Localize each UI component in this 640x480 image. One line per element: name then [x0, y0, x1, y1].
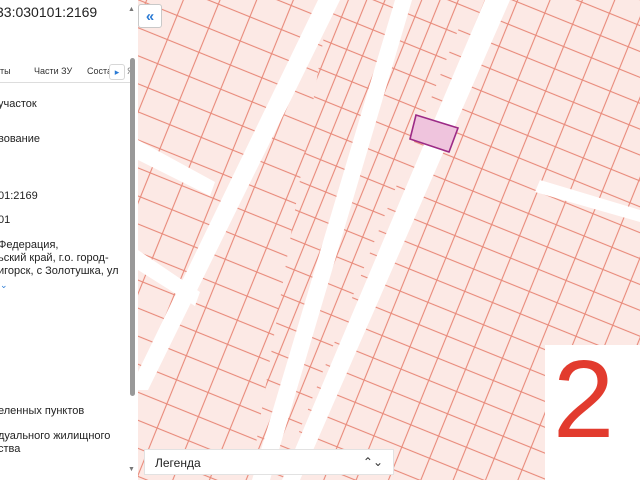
tab-land-parts[interactable]: Части ЗУ: [34, 66, 72, 77]
address-line: ьский край, г.о. город-: [0, 252, 109, 264]
cadastral-number-title: 33:030101:2169: [0, 4, 98, 20]
legend-dropdown[interactable]: Легенда ⌃⌄: [144, 449, 394, 475]
address-line: игорск, с Золотушка, ул: [0, 265, 119, 277]
detail-status: вование: [0, 133, 41, 145]
panel-scrollbar[interactable]: [130, 58, 135, 396]
scroll-up-arrow-icon[interactable]: ▲: [128, 6, 135, 13]
tab-composition[interactable]: Соста: [87, 66, 109, 77]
permitted-use-line: дуального жилищного: [0, 430, 111, 442]
tab-objects[interactable]: кты: [0, 66, 11, 77]
permitted-use-line: ства: [0, 443, 21, 455]
detail-block: 01: [0, 214, 11, 226]
chevron-right-icon: ▸: [114, 66, 120, 77]
detail-category: еленных пунктов: [0, 405, 85, 417]
tabs-divider: [0, 82, 130, 83]
chevron-up-down-icon: ⌃⌄: [362, 455, 383, 469]
double-chevron-left-icon: «: [145, 7, 155, 25]
watermark-digit: 2: [553, 338, 615, 461]
watermark-overlay: 2: [545, 338, 640, 480]
collapse-panel-button[interactable]: «: [138, 4, 162, 28]
chevron-down-icon[interactable]: ⌄: [0, 280, 8, 291]
info-panel: 33:030101:2169 ▲ кты Части ЗУ Соста ▸ Я …: [0, 0, 138, 480]
legend-label: Легенда: [155, 456, 201, 470]
detail-type: участок: [0, 98, 37, 110]
detail-cadastral-number: 01:2169: [0, 190, 38, 202]
tabs-scroll-right-button[interactable]: ▸: [109, 64, 125, 80]
address-line: Федерация,: [0, 239, 59, 251]
scroll-down-arrow-icon[interactable]: ▼: [128, 466, 135, 473]
